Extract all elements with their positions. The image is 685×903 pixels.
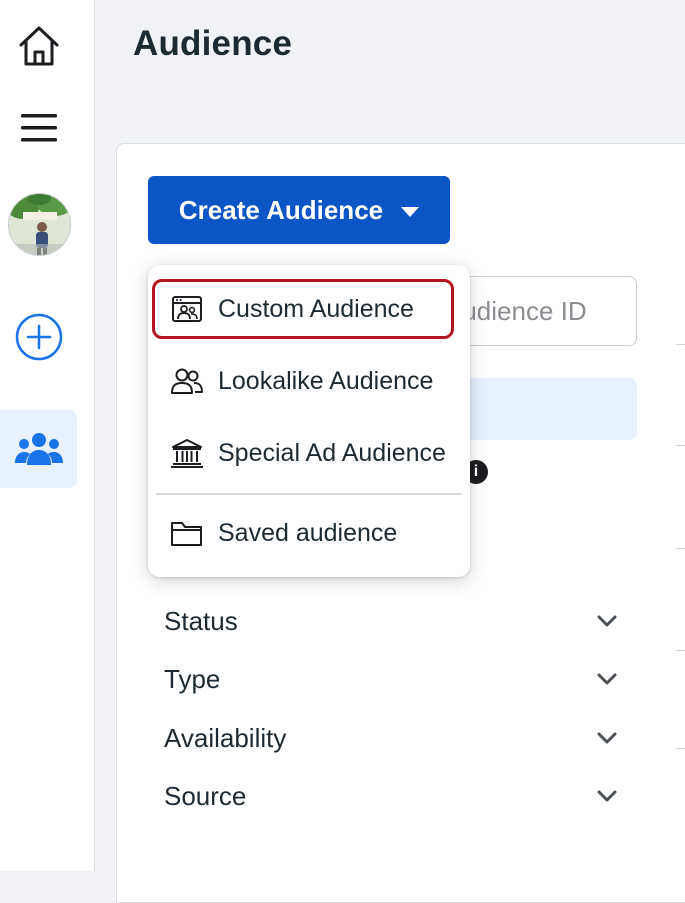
chevron-down-icon <box>596 668 618 690</box>
plus-circle-icon <box>15 313 63 361</box>
custom-audience-icon <box>170 292 204 326</box>
menu-item-custom-audience[interactable]: Custom Audience <box>152 279 454 339</box>
people-group-icon <box>14 433 63 465</box>
filter-label: Availability <box>164 722 287 753</box>
menu-item-label: Special Ad Audience <box>218 438 446 467</box>
menu-item-saved-audience[interactable]: Saved audience <box>154 503 464 563</box>
chevron-down-icon <box>596 727 618 749</box>
filter-source[interactable]: Source <box>148 771 628 821</box>
account-avatar[interactable] <box>8 193 71 256</box>
create-audience-button[interactable]: Create Audience <box>148 176 450 244</box>
home-icon <box>19 26 59 66</box>
filter-status[interactable]: Status <box>148 596 628 646</box>
menu-item-label: Custom Audience <box>218 294 414 323</box>
menu-item-special-ad-audience[interactable]: Special Ad Audience <box>154 423 464 483</box>
create-new-button[interactable] <box>10 308 68 366</box>
filter-label: Type <box>164 663 221 694</box>
sidebar-item-audiences[interactable] <box>0 410 77 488</box>
filter-type[interactable]: Type <box>148 654 628 704</box>
caret-down-icon <box>401 207 420 217</box>
menu-item-lookalike-audience[interactable]: Lookalike Audience <box>154 351 464 411</box>
create-audience-dropdown: Custom Audience Lookalike Audience Speci… <box>148 265 470 577</box>
hamburger-menu-icon <box>21 114 57 142</box>
menu-item-label: Lookalike Audience <box>218 366 434 395</box>
filter-availability[interactable]: Availability <box>148 713 628 763</box>
menu-item-label: Saved audience <box>218 518 398 547</box>
chevron-down-icon <box>596 785 618 807</box>
folder-icon <box>170 516 204 550</box>
chevron-down-icon <box>596 610 618 632</box>
bank-building-icon <box>170 436 204 470</box>
search-input[interactable] <box>445 277 630 345</box>
create-audience-label: Create Audience <box>178 194 384 225</box>
filter-label: Status <box>164 605 238 636</box>
avatar-image <box>9 194 70 255</box>
menu-button[interactable] <box>10 100 68 156</box>
left-nav-rail <box>0 0 95 871</box>
page-title: Audience <box>133 24 293 63</box>
home-button[interactable] <box>10 18 68 74</box>
filter-label: Source <box>164 780 247 811</box>
menu-divider <box>156 493 462 495</box>
lookalike-people-icon <box>170 364 204 398</box>
